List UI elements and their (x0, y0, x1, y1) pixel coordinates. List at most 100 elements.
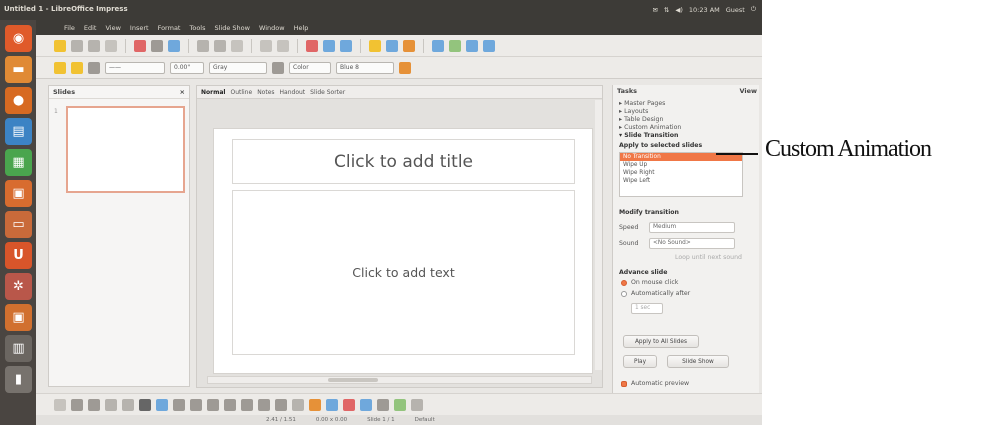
mail-icon[interactable]: ✉ (652, 6, 657, 14)
redo-icon[interactable] (277, 39, 289, 52)
help-icon[interactable] (483, 39, 495, 52)
fontwork-icon[interactable] (326, 398, 338, 411)
curve-icon[interactable] (156, 398, 168, 411)
menu-insert[interactable]: Insert (130, 24, 149, 32)
settings-icon[interactable]: ✲ (5, 273, 32, 300)
star-icon[interactable] (369, 39, 381, 52)
sound-select[interactable]: <No Sound> (649, 238, 735, 249)
impress-doc-icon[interactable]: ▣ (5, 304, 32, 331)
gallery-draw-icon[interactable] (360, 398, 372, 411)
slide-thumbnail[interactable]: 1 (54, 106, 185, 193)
apply-all-button[interactable]: Apply to All Slides (623, 335, 699, 348)
fill-combo[interactable]: Blue 8 (336, 61, 394, 74)
clock[interactable]: 10:23 AM (689, 6, 720, 14)
writer-icon[interactable]: ▤ (5, 118, 32, 145)
menu-file[interactable]: File (64, 24, 75, 32)
slide-show-button[interactable]: Slide Show (667, 355, 729, 368)
table-icon[interactable] (323, 39, 335, 52)
line-icon[interactable] (71, 61, 83, 74)
tab-outline[interactable]: Outline (230, 89, 252, 96)
paste-icon[interactable] (231, 39, 243, 52)
usb-drive-icon[interactable]: ▮ (5, 366, 32, 393)
section-slide-transition[interactable]: ▾ Slide Transition (619, 132, 678, 139)
speed-select[interactable]: Medium (649, 222, 735, 233)
vertical-scrollbar[interactable] (595, 100, 602, 370)
zoom-icon[interactable] (386, 39, 398, 52)
export-pdf-icon[interactable] (134, 39, 146, 52)
cut-icon[interactable] (197, 39, 209, 52)
transition-list[interactable]: No Transition Wipe Up Wipe Right Wipe Le… (619, 152, 743, 197)
ubuntu-logo-icon[interactable]: ◉ (5, 25, 32, 52)
user-name[interactable]: Guest (726, 6, 745, 14)
scroll-thumb[interactable] (328, 378, 378, 382)
volume-icon[interactable]: ◀) (675, 6, 683, 14)
area-style-icon[interactable] (272, 61, 284, 74)
spellcheck-icon[interactable] (168, 39, 180, 52)
section-master-pages[interactable]: ▸ Master Pages (619, 100, 665, 107)
ubuntu-one-icon[interactable]: U (5, 242, 32, 269)
text-icon[interactable] (139, 398, 151, 411)
block-arrows-icon[interactable] (224, 398, 236, 411)
loop-checkbox[interactable]: Loop until next sound (675, 254, 742, 261)
chart-icon[interactable] (306, 39, 318, 52)
gallery-icon[interactable] (403, 39, 415, 52)
section-custom-animation[interactable]: ▸ Custom Animation (619, 124, 681, 131)
firefox-icon[interactable]: ● (5, 87, 32, 114)
menu-view[interactable]: View (105, 24, 120, 32)
menu-tools[interactable]: Tools (189, 24, 205, 32)
arrow-style-icon[interactable] (88, 61, 100, 74)
line-width-combo[interactable]: 0.00" (170, 61, 204, 74)
save-icon[interactable] (88, 39, 100, 52)
menu-slide-show[interactable]: Slide Show (215, 24, 250, 32)
display-icon[interactable] (466, 39, 478, 52)
menu-help[interactable]: Help (294, 24, 309, 32)
tasks-view-menu[interactable]: View (739, 87, 757, 95)
new-icon[interactable] (54, 39, 66, 52)
connector-icon[interactable] (173, 398, 185, 411)
auto-preview-checkbox[interactable] (621, 381, 627, 387)
shadow-icon[interactable] (399, 61, 411, 74)
stars-icon[interactable] (275, 398, 287, 411)
align-icon[interactable] (394, 398, 406, 411)
callouts-icon[interactable] (258, 398, 270, 411)
image-icon[interactable] (340, 39, 352, 52)
slide-canvas[interactable]: Click to add title Click to add text (213, 128, 593, 374)
copy-icon[interactable] (214, 39, 226, 52)
select-icon[interactable] (54, 398, 66, 411)
flowchart-icon[interactable] (241, 398, 253, 411)
auto-after-radio[interactable] (621, 291, 627, 297)
transition-item[interactable]: Wipe Right (620, 169, 742, 177)
layout-icon[interactable] (449, 39, 461, 52)
title-placeholder[interactable]: Click to add title (232, 139, 575, 184)
tab-handout[interactable]: Handout (280, 89, 306, 96)
workspace-icon[interactable]: ▥ (5, 335, 32, 362)
software-center-icon[interactable]: ▭ (5, 211, 32, 238)
play-button[interactable]: Play (623, 355, 657, 368)
section-table-design[interactable]: ▸ Table Design (619, 116, 663, 123)
section-layouts[interactable]: ▸ Layouts (619, 108, 648, 115)
email-icon[interactable] (105, 39, 117, 52)
transition-item[interactable]: Wipe Left (620, 177, 742, 185)
open-icon[interactable] (71, 39, 83, 52)
rectangle-icon[interactable] (105, 398, 117, 411)
arrow-draw-icon[interactable] (88, 398, 100, 411)
impress-icon[interactable]: ▣ (5, 180, 32, 207)
arrange-icon[interactable] (411, 398, 423, 411)
undo-icon[interactable] (260, 39, 272, 52)
transition-item[interactable]: Wipe Up (620, 161, 742, 169)
close-icon[interactable]: × (180, 88, 185, 96)
basic-shapes-icon[interactable] (190, 398, 202, 411)
styles-icon[interactable] (54, 61, 66, 74)
power-icon[interactable]: ⏻ (751, 5, 756, 14)
from-file-icon[interactable] (343, 398, 355, 411)
tab-normal[interactable]: Normal (201, 89, 225, 96)
tab-notes[interactable]: Notes (257, 89, 274, 96)
menu-format[interactable]: Format (158, 24, 181, 32)
rotate-icon[interactable] (377, 398, 389, 411)
area-style-combo[interactable]: Color (289, 61, 331, 74)
tab-slide-sorter[interactable]: Slide Sorter (310, 89, 345, 96)
text-placeholder[interactable]: Click to add text (232, 190, 575, 355)
slide-icon[interactable] (432, 39, 444, 52)
line-style-combo[interactable]: —— (105, 61, 165, 74)
print-icon[interactable] (151, 39, 163, 52)
